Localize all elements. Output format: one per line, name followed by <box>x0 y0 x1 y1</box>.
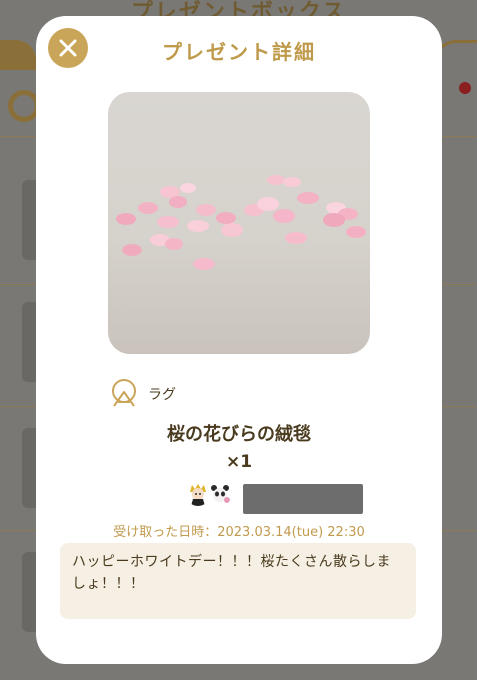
rug-icon <box>112 379 136 407</box>
item-quantity: ×1 <box>225 452 253 472</box>
modal-title: プレゼント詳細 <box>162 40 316 64</box>
sakura-petal-rug-image <box>108 92 370 354</box>
category-row: ラグ <box>108 378 176 410</box>
gift-message: ハッピーホワイトデー！！！桜たくさん散らしましょ！！！ <box>60 543 416 619</box>
sender-avatars <box>186 482 232 506</box>
screen: プレゼントボックス プレゼント詳細 ラグ 桜の花びらの絨毯 ×1 受け取った日時… <box>0 0 477 680</box>
category-label: ラグ <box>148 387 176 403</box>
blonde-character-avatar <box>186 482 210 506</box>
notification-dot <box>459 82 471 94</box>
item-name: 桜の花びらの絨毯 <box>167 424 311 445</box>
panda-character-avatar <box>208 482 232 506</box>
present-detail-modal: プレゼント詳細 ラグ 桜の花びらの絨毯 ×1 受け取った日時：2023.03.1… <box>36 16 442 664</box>
sender-name-redacted <box>243 484 363 514</box>
received-datetime: 受け取った日時：2023.03.14(tue) 22:30 <box>113 525 365 540</box>
background-decoration <box>0 40 36 70</box>
